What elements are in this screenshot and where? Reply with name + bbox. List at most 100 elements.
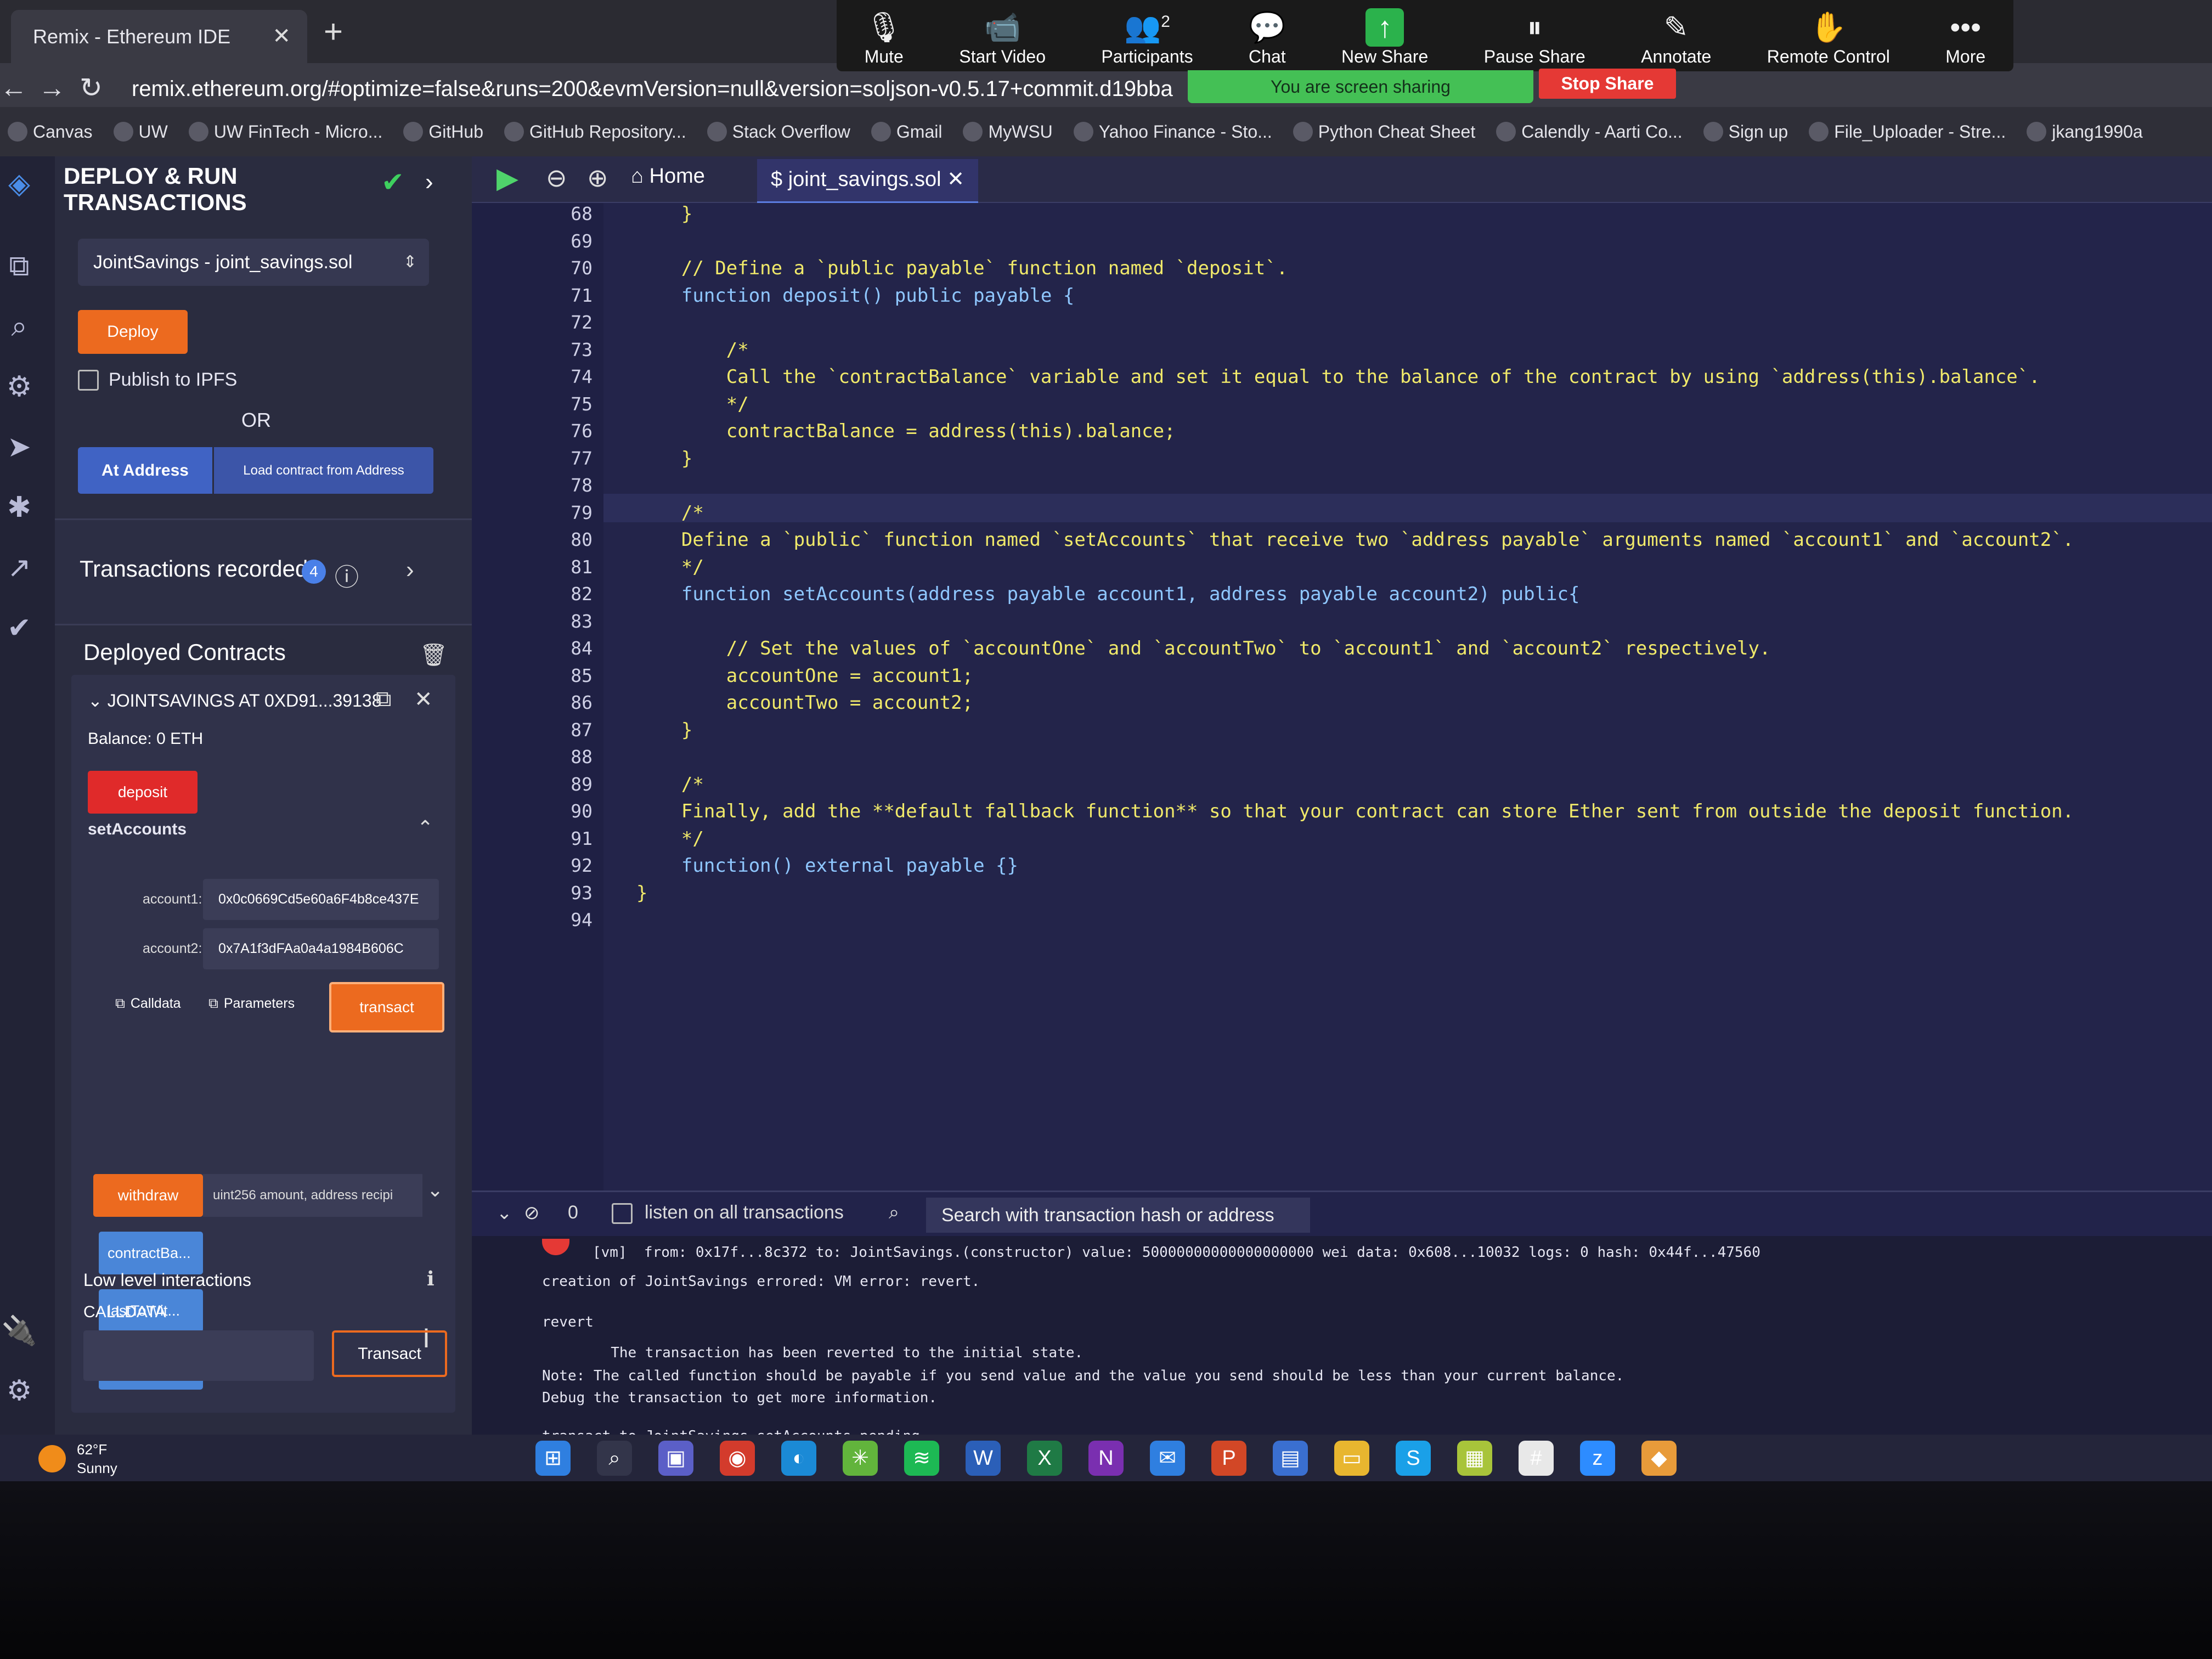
testing-icon[interactable]: ✔ xyxy=(0,612,38,650)
search-icon[interactable]: ⌕ xyxy=(0,310,38,348)
file-explorer-icon[interactable]: ⧉ xyxy=(0,250,38,288)
load-address-input[interactable]: Load contract from Address xyxy=(214,447,433,494)
deposit-button[interactable]: deposit xyxy=(88,771,198,814)
listen-checkbox[interactable] xyxy=(612,1203,633,1224)
transactions-recorded[interactable]: Transactions recorded 4 ⓘ › xyxy=(55,518,472,625)
edge-icon[interactable]: ◐ xyxy=(781,1440,816,1476)
at-address-button[interactable]: At Address xyxy=(78,447,212,494)
remix-logo-icon[interactable]: ◈ xyxy=(0,167,38,206)
spotify-icon[interactable]: ≋ xyxy=(904,1440,939,1476)
new-tab-icon[interactable]: + xyxy=(324,10,343,54)
compiler-icon[interactable]: ⚙ xyxy=(0,370,38,409)
zoom-pause-share-button[interactable]: ⏸ Pause Share xyxy=(1484,8,1585,67)
notepad-icon[interactable]: ▦ xyxy=(1457,1440,1492,1476)
zoom-participants-button[interactable]: 👥2 Participants xyxy=(1101,3,1193,67)
onenote-icon[interactable]: N xyxy=(1088,1440,1124,1476)
plugin-manager-icon[interactable]: 🔌 xyxy=(0,1314,38,1352)
calldata-copy[interactable]: ⧉ Calldata xyxy=(115,996,181,1012)
bookmark-item[interactable]: GitHub Repository... xyxy=(504,122,686,142)
photos-icon[interactable]: ✳ xyxy=(843,1440,878,1476)
debugger-icon[interactable]: ✱ xyxy=(0,491,38,529)
bookmark-item[interactable]: MyWSU xyxy=(963,122,1053,142)
bookmark-item[interactable]: UW FinTech - Micro... xyxy=(188,122,382,142)
zoom-chat-button[interactable]: 💬 Chat xyxy=(1249,8,1286,67)
account1-input[interactable]: 0x0c0669Cd5e60a6F4b8ce437E xyxy=(203,879,439,920)
zoom-mute-button[interactable]: 🎙 Mute xyxy=(865,8,904,67)
start-icon[interactable]: ⊞ xyxy=(535,1440,571,1476)
back-icon[interactable]: ← xyxy=(0,66,27,110)
bookmark-item[interactable]: Gmail xyxy=(871,122,942,142)
store-icon[interactable]: ▤ xyxy=(1273,1440,1308,1476)
info-icon[interactable]: ℹ xyxy=(427,1267,435,1290)
close-icon[interactable]: ✕ xyxy=(414,687,433,712)
chevron-right-icon[interactable]: › xyxy=(406,556,414,584)
mail-icon[interactable]: ✉ xyxy=(1150,1440,1185,1476)
deploy-run-icon[interactable]: ➤ xyxy=(0,431,38,469)
contractbalance-button[interactable]: contractBa... xyxy=(99,1232,203,1274)
tab-home[interactable]: ⌂ Home xyxy=(631,165,705,188)
powerpoint-icon[interactable]: P xyxy=(1211,1440,1246,1476)
skype-icon[interactable]: S xyxy=(1396,1440,1431,1476)
clear-icon[interactable]: ⊘ xyxy=(524,1202,540,1224)
bookmark-item[interactable]: jkang1990a xyxy=(2027,122,2143,142)
weather-widget[interactable]: 62°F Sunny xyxy=(38,1440,117,1477)
tab-joint-savings[interactable]: $ joint_savings.sol ✕ xyxy=(757,159,978,203)
close-tab-icon[interactable]: ✕ xyxy=(941,168,964,191)
excel-icon[interactable]: X xyxy=(1027,1440,1062,1476)
contract-select[interactable]: JointSavings - joint_savings.sol ⇕ xyxy=(78,239,429,286)
zoom-out-icon[interactable]: ⊖ xyxy=(546,163,567,193)
url-input[interactable]: remix.ethereum.org/#optimize=false&runs=… xyxy=(132,69,1174,110)
zoom-more-button[interactable]: ••• More xyxy=(1945,8,1985,67)
contract-instance[interactable]: ⌄ JOINTSAVINGS AT 0XD91...39138 xyxy=(88,690,381,711)
search-icon[interactable]: ⌕ xyxy=(597,1440,632,1476)
bookmark-item[interactable]: Canvas xyxy=(8,122,93,142)
close-tab-icon[interactable]: ✕ xyxy=(272,10,291,63)
forward-icon[interactable]: → xyxy=(38,66,66,110)
chevron-up-icon[interactable]: ⌃ xyxy=(417,816,433,839)
low-level-transact-button[interactable]: Transact xyxy=(332,1330,447,1377)
bookmark-item[interactable]: Stack Overflow xyxy=(707,122,850,142)
explorer-icon[interactable]: ▭ xyxy=(1334,1440,1369,1476)
copy-icon[interactable]: ⧉ xyxy=(376,687,392,712)
bookmark-item[interactable]: Sign up xyxy=(1703,122,1788,142)
bookmark-item[interactable]: Python Cheat Sheet xyxy=(1293,122,1475,142)
teams-icon[interactable]: ▣ xyxy=(658,1440,693,1476)
zoom-icon[interactable]: z xyxy=(1580,1440,1615,1476)
reload-icon[interactable]: ↻ xyxy=(80,66,103,110)
chevron-down-icon[interactable]: ⌄ xyxy=(427,1178,443,1201)
chevron-right-icon[interactable]: › xyxy=(425,168,433,196)
slack-icon[interactable]: # xyxy=(1519,1440,1554,1476)
bookmark-item[interactable]: UW xyxy=(113,122,168,142)
analysis-icon[interactable]: ↗ xyxy=(0,551,38,590)
transact-button[interactable]: transact xyxy=(329,982,444,1032)
browser-tab[interactable]: Remix - Ethereum IDE ✕ xyxy=(11,10,307,63)
bookmark-item[interactable]: Calendly - Aarti Co... xyxy=(1496,122,1683,142)
parameters-copy[interactable]: ⧉ Parameters xyxy=(208,996,295,1012)
stop-share-button[interactable]: Stop Share xyxy=(1539,69,1676,99)
zoom-annotate-button[interactable]: ✎ Annotate xyxy=(1641,8,1711,67)
chrome-icon[interactable]: ◉ xyxy=(720,1440,755,1476)
zoom-remote-control-button[interactable]: ✋ Remote Control xyxy=(1767,8,1890,67)
account2-input[interactable]: 0x7A1f3dFAa0a4a1984B606C xyxy=(203,928,439,969)
word-icon[interactable]: W xyxy=(966,1440,1001,1476)
info-icon[interactable]: ⓘ xyxy=(335,557,359,592)
bookmark-item[interactable]: Yahoo Finance - Sto... xyxy=(1073,122,1272,142)
package-icon[interactable]: ◆ xyxy=(1641,1440,1677,1476)
publish-ipfs-checkbox[interactable] xyxy=(78,369,99,391)
terminal-search-input[interactable]: Search with transaction hash or address xyxy=(926,1198,1310,1233)
zoom-new-share-button[interactable]: ↑ New Share xyxy=(1341,8,1428,67)
calldata-input[interactable] xyxy=(83,1330,314,1381)
run-icon[interactable]: ▶ xyxy=(496,162,518,195)
bookmark-item[interactable]: File_Uploader - Stre... xyxy=(1809,122,2006,142)
zoom-start-video-button[interactable]: 📹 Start Video xyxy=(959,8,1046,67)
collapse-icon[interactable]: ⌄ xyxy=(496,1202,512,1224)
settings-icon[interactable]: ⚙ xyxy=(0,1374,38,1413)
trash-icon[interactable]: 🗑 xyxy=(420,642,448,668)
withdraw-button[interactable]: withdraw xyxy=(93,1174,203,1217)
code-editor[interactable]: 68 } 69 70 // Define a `public payable` fu… xyxy=(472,203,2212,1190)
chevron-down-icon[interactable]: ⌄ xyxy=(88,691,108,710)
bookmark-item[interactable]: GitHub xyxy=(403,122,483,142)
deploy-button[interactable]: Deploy xyxy=(78,310,188,354)
publish-ipfs-option[interactable]: Publish to IPFS xyxy=(78,369,237,391)
withdraw-input[interactable]: uint256 amount, address recipi xyxy=(203,1174,422,1217)
